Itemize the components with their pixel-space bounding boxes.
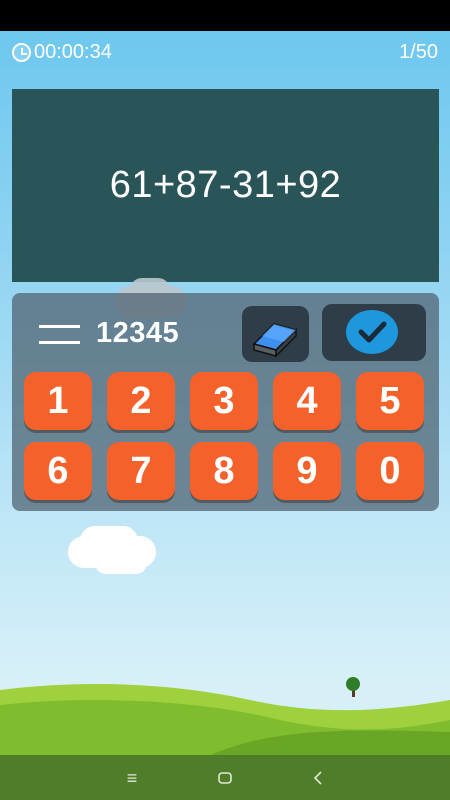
key-1[interactable]: 1 xyxy=(24,372,92,430)
submit-button[interactable] xyxy=(322,304,426,361)
timer-value: 00:00:34 xyxy=(34,41,112,63)
key-0[interactable]: 0 xyxy=(356,442,424,500)
key-6[interactable]: 6 xyxy=(24,442,92,500)
eraser-icon xyxy=(252,323,298,358)
timer: 00:00:34 xyxy=(12,41,112,64)
keypad: 1 2 3 4 5 6 7 8 9 0 xyxy=(24,372,427,501)
checkmark-icon xyxy=(346,310,398,354)
key-9[interactable]: 9 xyxy=(273,442,341,500)
key-8[interactable]: 8 xyxy=(190,442,258,500)
top-bar: 00:00:34 1/50 xyxy=(0,31,450,71)
question-board: 61+87-31+92 xyxy=(12,89,439,282)
equals-icon xyxy=(39,323,80,345)
question-expression: 61+87-31+92 xyxy=(109,164,342,206)
answer-panel: 12345 1 2 3 4 5 6 7 8 9 0 xyxy=(12,293,439,511)
answer-display: 12345 xyxy=(96,317,180,349)
stopwatch-icon xyxy=(12,43,31,62)
status-bar xyxy=(0,0,450,31)
erase-button[interactable] xyxy=(242,306,309,362)
key-5[interactable]: 5 xyxy=(356,372,424,430)
key-4[interactable]: 4 xyxy=(273,372,341,430)
key-3[interactable]: 3 xyxy=(190,372,258,430)
back-icon[interactable] xyxy=(307,766,331,790)
hills-background xyxy=(0,677,450,760)
question-progress: 1/50 xyxy=(399,41,438,63)
system-nav-bar: ≡ xyxy=(0,755,450,800)
key-7[interactable]: 7 xyxy=(107,442,175,500)
key-2[interactable]: 2 xyxy=(107,372,175,430)
menu-icon[interactable]: ≡ xyxy=(120,766,144,790)
home-icon[interactable] xyxy=(213,766,237,790)
